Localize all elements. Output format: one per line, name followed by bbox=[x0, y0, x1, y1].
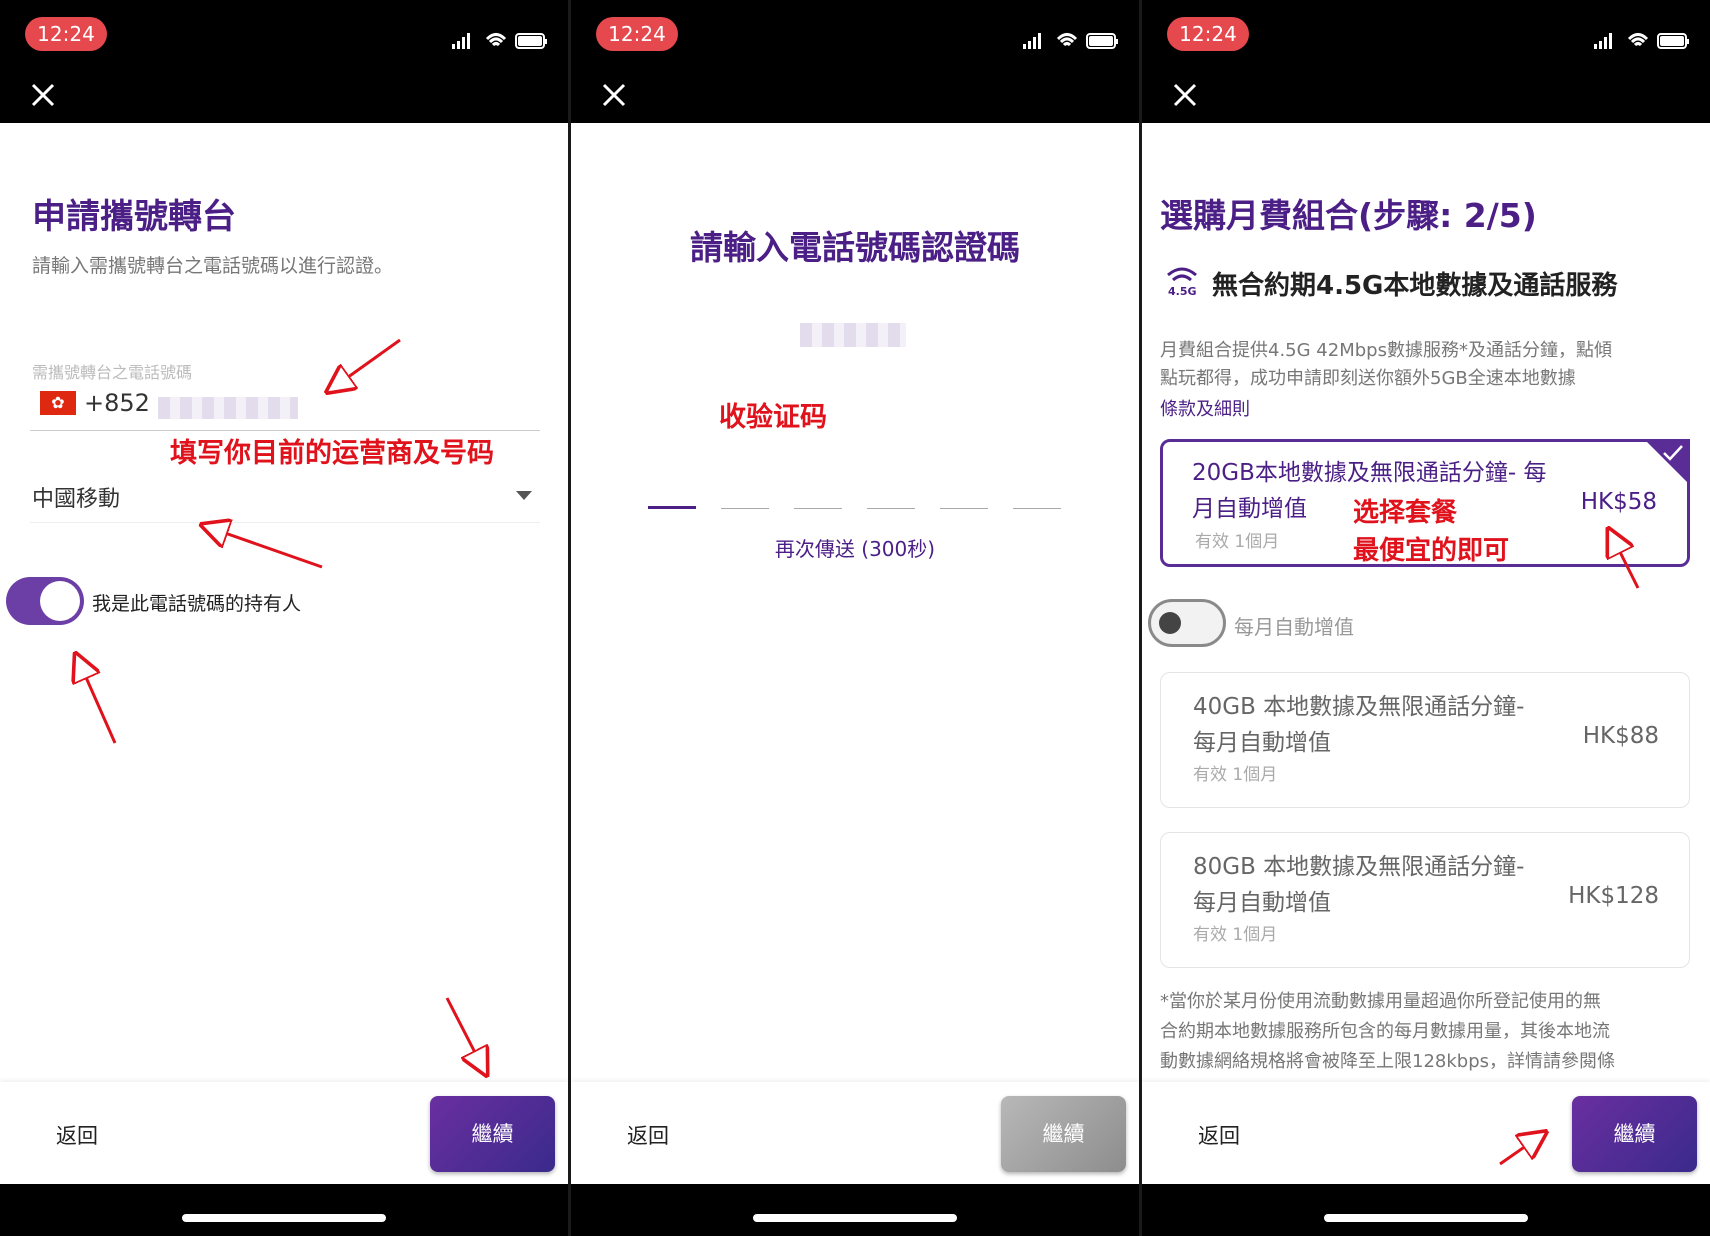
home-indicator bbox=[753, 1214, 957, 1222]
toggle-knob bbox=[40, 581, 80, 621]
footer-bar: 返回 繼續 bbox=[571, 1082, 1139, 1184]
screen-select-plan: 12:24 選購月費組合(步驟: 2/5) 4.5G 無合約期4.5G本地數據及… bbox=[1142, 0, 1710, 1236]
redacted-phone-number bbox=[158, 397, 298, 419]
toggle-knob bbox=[1159, 612, 1181, 634]
continue-button[interactable]: 繼續 bbox=[1572, 1096, 1697, 1172]
plan-description: 月費組合提供4.5G 42Mbps數據服務*及通話分鐘，點傾 點玩都得，成功申請… bbox=[1160, 340, 1612, 389]
owner-toggle[interactable] bbox=[6, 577, 84, 625]
signal-icon bbox=[452, 33, 470, 49]
wifi-icon bbox=[1627, 33, 1649, 47]
status-icons bbox=[1023, 33, 1118, 49]
country-code: +852 bbox=[84, 389, 150, 417]
wifi-icon bbox=[1056, 33, 1078, 47]
screen-port-in-number: 12:24 申請攜號轉台 請輸入需攜號轉台之電話號碼以進行認證。 需攜號轉台之電… bbox=[0, 0, 568, 1236]
annotation-fill-number: 填写你目前的运营商及号码 bbox=[170, 438, 494, 469]
status-time: 12:24 bbox=[596, 17, 678, 51]
phone-field-label: 需攜號轉台之電話號碼 bbox=[32, 363, 193, 382]
close-icon[interactable] bbox=[598, 79, 630, 111]
plan-price: HK$88 bbox=[1582, 723, 1659, 749]
signal-icon bbox=[1594, 33, 1612, 49]
wifi-icon bbox=[485, 33, 507, 47]
page-title: 請輸入電話號碼認證碼 bbox=[690, 228, 1020, 267]
back-button[interactable]: 返回 bbox=[1198, 1120, 1240, 1150]
back-button[interactable]: 返回 bbox=[56, 1120, 98, 1150]
signal-4g-icon: 4.5G bbox=[1164, 263, 1200, 299]
close-icon[interactable] bbox=[1169, 79, 1201, 111]
hk-flag-icon: ✿ bbox=[40, 391, 76, 415]
home-indicator-bar bbox=[0, 1184, 568, 1236]
footer-bar: 返回 繼續 bbox=[1142, 1082, 1710, 1184]
resend-link[interactable]: 再次傳送 (300秒) bbox=[571, 533, 1139, 562]
plan-card-40gb[interactable]: 40GB 本地數據及無限通話分鐘- 每月自動增值 HK$88 有效 1個月 bbox=[1160, 672, 1690, 808]
continue-button[interactable]: 繼續 bbox=[430, 1096, 555, 1172]
status-icons bbox=[452, 33, 547, 49]
code-digit bbox=[648, 506, 696, 509]
footer-bar: 返回 繼續 bbox=[0, 1082, 568, 1184]
page-title: 申請攜號轉台 bbox=[32, 197, 236, 237]
annotation-receive-code: 收验证码 bbox=[719, 402, 827, 433]
code-digit bbox=[940, 508, 988, 509]
home-indicator bbox=[1324, 1214, 1528, 1222]
back-button[interactable]: 返回 bbox=[627, 1120, 669, 1150]
plan-card-20gb[interactable]: 20GB本地數據及無限通話分鐘- 每月自動增值 HK$58 有效 1個月 选择套… bbox=[1160, 439, 1690, 567]
home-indicator-bar bbox=[1142, 1184, 1710, 1236]
plan-validity: 有效 1個月 bbox=[1195, 532, 1280, 552]
code-digit bbox=[721, 508, 769, 509]
home-indicator bbox=[182, 1214, 386, 1222]
status-bar: 12:24 bbox=[0, 0, 568, 123]
close-icon[interactable] bbox=[27, 79, 59, 111]
footnote: *當你於某月份使用流動數據用量超過你所登記使用的無 合約期本地數據服務所包含的每… bbox=[1160, 991, 1616, 1072]
code-input[interactable] bbox=[648, 473, 1064, 509]
battery-icon bbox=[1086, 33, 1118, 49]
terms-link[interactable]: 條款及細則 bbox=[1160, 395, 1250, 421]
service-title: 無合約期4.5G本地數據及通話服務 bbox=[1212, 271, 1618, 301]
carrier-select[interactable]: 中國移動 bbox=[30, 479, 540, 523]
continue-button[interactable]: 繼續 bbox=[1001, 1096, 1126, 1172]
plan-price: HK$128 bbox=[1568, 883, 1659, 909]
status-time: 12:24 bbox=[25, 17, 107, 51]
auto-topup-label: 每月自動增值 bbox=[1234, 615, 1354, 639]
plan-validity: 有效 1個月 bbox=[1193, 925, 1278, 945]
status-bar: 12:24 bbox=[1142, 0, 1710, 123]
plan-validity: 有效 1個月 bbox=[1193, 765, 1278, 785]
page-title: 選購月費組合(步驟: 2/5) bbox=[1160, 196, 1537, 235]
home-indicator-bar bbox=[571, 1184, 1139, 1236]
battery-icon bbox=[1657, 33, 1689, 49]
battery-icon bbox=[515, 33, 547, 49]
status-time: 12:24 bbox=[1167, 17, 1249, 51]
status-bar: 12:24 bbox=[571, 0, 1139, 123]
status-icons bbox=[1594, 33, 1689, 49]
code-digit bbox=[794, 508, 842, 509]
chevron-down-icon bbox=[516, 491, 532, 500]
signal-icon bbox=[1023, 33, 1041, 49]
auto-topup-toggle[interactable] bbox=[1148, 599, 1226, 647]
phone-number-field[interactable]: ✿ +852 bbox=[30, 385, 540, 431]
carrier-value: 中國移動 bbox=[32, 487, 121, 512]
owner-toggle-label: 我是此電話號碼的持有人 bbox=[92, 593, 302, 615]
plan-price: HK$58 bbox=[1580, 489, 1657, 515]
redacted-phone-number bbox=[800, 323, 906, 347]
screen-verification-code: 12:24 請輸入電話號碼認證碼 收验证码 再次傳送 (300秒) 返回 繼續 bbox=[571, 0, 1139, 1236]
page-subtitle: 請輸入需攜號轉台之電話號碼以進行認證。 bbox=[32, 255, 394, 277]
code-digit bbox=[1013, 508, 1061, 509]
annotation-select-plan: 选择套餐 最便宜的即可 bbox=[1353, 498, 1510, 566]
plan-card-80gb[interactable]: 80GB 本地數據及無限通話分鐘- 每月自動增值 HK$128 有效 1個月 bbox=[1160, 832, 1690, 968]
code-digit bbox=[867, 508, 915, 509]
